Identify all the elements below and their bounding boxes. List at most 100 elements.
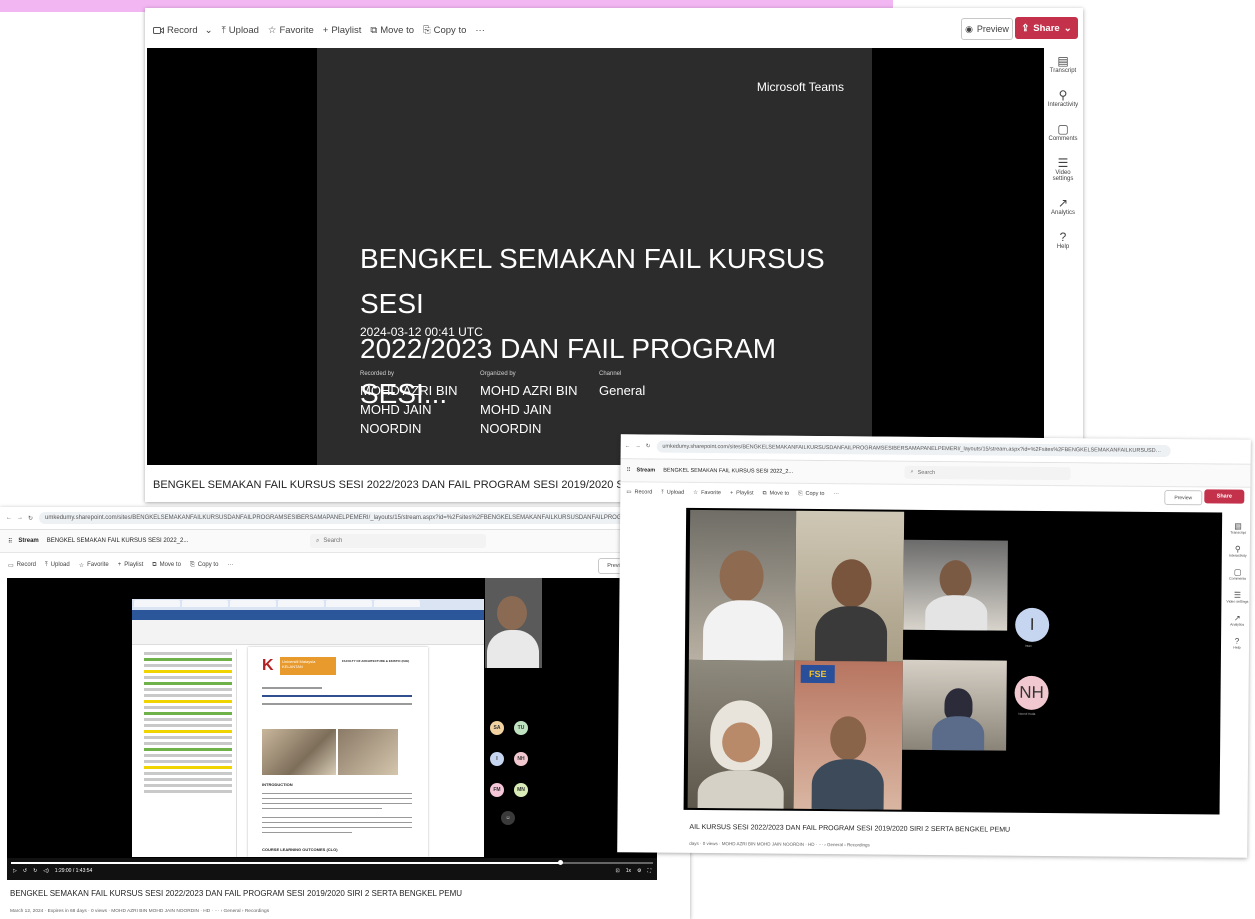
upload-button[interactable]: ⤒ Upload <box>222 25 259 36</box>
move-to-button[interactable]: ⧉ Move to <box>763 490 790 497</box>
breadcrumb: BENGKEL SEMAKAN FAIL KURSUS SESI 2022_2.… <box>46 538 189 544</box>
preview-button[interactable]: ◉ Preview <box>961 18 1013 40</box>
rail-analytics[interactable]: ↗Analytics <box>1230 614 1244 627</box>
doc-section: COURSE LEARNING OUTCOMES (CLO) <box>262 847 338 852</box>
participant-avatar: TU <box>514 721 528 735</box>
seek-bar-handle[interactable] <box>557 860 563 865</box>
forward-icon[interactable]: ↻ <box>33 868 37 874</box>
word-titlebar <box>132 610 484 620</box>
more-button[interactable]: ··· <box>227 562 233 568</box>
plus-icon: + <box>322 24 329 36</box>
interior-photo <box>262 729 336 775</box>
back-icon[interactable]: ← <box>6 515 12 521</box>
share-button[interactable]: ⇪ Share ⌄ <box>1015 17 1078 39</box>
fullscreen-icon[interactable]: ⛶ <box>647 868 651 874</box>
rail-interactivity[interactable]: ⚲Interactivity <box>1229 545 1247 558</box>
forward-icon[interactable]: → <box>17 515 23 521</box>
more-button[interactable]: ··· <box>475 25 485 36</box>
volume-icon[interactable]: ◁) <box>43 868 49 874</box>
word-ribbon <box>132 620 484 645</box>
video-player[interactable]: Microsoft Teams BENGKEL SEMAKAN FAIL KUR… <box>147 48 1044 465</box>
gear-icon[interactable]: ⚙ <box>637 868 641 874</box>
rail-transcript[interactable]: ▤Transcript <box>1050 54 1076 74</box>
rail-video-settings[interactable]: ☰Video settings <box>1048 156 1078 182</box>
refresh-icon[interactable]: ↻ <box>646 443 651 449</box>
back-icon[interactable]: ← <box>625 443 631 449</box>
recorded-by: Recorded by MOHD AZRI BIN MOHD JAIN NOOR… <box>360 371 458 436</box>
browser-tabs <box>132 599 484 610</box>
favorite-button[interactable]: ☆ Favorite <box>693 490 721 496</box>
video-player[interactable]: I Intan NH Noorul Huda FSE <box>683 507 1223 815</box>
search-input[interactable]: ⌕ Search <box>310 534 486 548</box>
more-button[interactable]: ··· <box>833 491 839 497</box>
doc-heading: INTRODUCTION <box>262 782 293 787</box>
comment-icon: ▢ <box>1057 122 1069 136</box>
record-button[interactable]: ▭ Record <box>626 489 652 495</box>
rail-analytics[interactable]: ↗Analytics <box>1051 196 1075 216</box>
forward-icon[interactable]: → <box>635 443 641 449</box>
participant-tile <box>688 509 797 661</box>
app-name[interactable]: Stream <box>18 538 38 544</box>
side-rail: ▤Transcript ⚲Interactivity ▢Comments ☰Vi… <box>1224 522 1251 660</box>
transcript-icon: ▤ <box>1234 521 1242 531</box>
participant-tile <box>687 659 795 809</box>
participant-tile <box>794 510 905 662</box>
video-player[interactable]: K Universiti Malaysia KELANTAN FACULTY O… <box>7 578 657 880</box>
rail-comments[interactable]: ▢Comments <box>1229 568 1246 581</box>
app-launcher-icon[interactable]: ⠿ <box>626 467 630 473</box>
breadcrumb: BENGKEL SEMAKAN FAIL KURSUS SESI 2022_2.… <box>663 467 794 475</box>
participant-avatar: FM <box>490 783 504 797</box>
participant-name: Intan <box>1024 643 1032 648</box>
video-title: AIL KURSUS SESI 2022/2023 DAN FAIL PROGR… <box>689 823 1011 834</box>
copy-to-button[interactable]: ⎘ Copy to <box>423 25 466 36</box>
app-name[interactable]: Stream <box>637 467 656 473</box>
rail-help[interactable]: ?Help <box>1233 637 1240 650</box>
rail-interactivity[interactable]: ⚲Interactivity <box>1048 88 1078 108</box>
upload-icon: ⤒ <box>45 561 48 568</box>
rail-comments[interactable]: ▢Comments <box>1048 122 1077 142</box>
record-button[interactable]: ▭ Record <box>8 562 36 569</box>
search-input[interactable]: ⌕ Search <box>904 465 1071 481</box>
participant-tile <box>903 539 1008 631</box>
speed-icon[interactable]: 1x <box>626 868 631 874</box>
playlist-button[interactable]: + Playlist <box>118 562 144 568</box>
address-bar[interactable]: umkedumy.sharepoint.com/sites/BENGKELSEM… <box>656 440 1171 458</box>
command-bar: ▭ Record ⤒ Upload ☆ Favorite + Playlist ⧉ Mov… <box>0 556 690 574</box>
refresh-icon[interactable]: ↻ <box>28 515 33 522</box>
eye-icon: ◉ <box>965 23 973 34</box>
play-icon[interactable]: ▷ <box>13 868 17 874</box>
copy-to-button[interactable]: ⎘ Copy to <box>190 562 219 569</box>
seek-bar[interactable] <box>11 860 653 865</box>
record-icon: ▭ <box>626 489 632 496</box>
record-button[interactable]: Record ⌄ <box>153 25 213 36</box>
rewind-icon[interactable]: ↺ <box>23 868 27 874</box>
side-rail: ▤Transcript ⚲Interactivity ▢Comments ☰Vi… <box>1044 54 1082 264</box>
rail-video-settings[interactable]: ☰Video settings <box>1226 591 1248 604</box>
participant-avatar: SA <box>490 721 504 735</box>
time-display: 1:29:00 / 1:43:54 <box>54 868 93 874</box>
move-to-button[interactable]: ⧉ Move to <box>370 25 414 36</box>
preview-button[interactable]: Preview <box>1164 490 1203 506</box>
interactivity-icon: ⚲ <box>1234 544 1241 554</box>
playlist-button[interactable]: + Playlist <box>730 490 754 496</box>
app-launcher-icon[interactable]: ⠿ <box>8 538 12 545</box>
captions-icon[interactable]: ⊡ <box>616 868 620 874</box>
move-to-button[interactable]: ⧉ Move to <box>152 562 181 569</box>
rail-help[interactable]: ?Help <box>1057 230 1069 250</box>
favorite-button[interactable]: ☆ Favorite <box>268 25 314 36</box>
participant-name: Noorul Huda <box>1018 711 1036 716</box>
seek-bar-fill <box>11 862 560 864</box>
participant-avatar-photo: ☺ <box>501 811 515 825</box>
participant-tile: FSE <box>793 660 903 810</box>
favorite-button[interactable]: ☆ Favorite <box>79 562 109 569</box>
upload-button[interactable]: ⤒ Upload <box>45 562 70 569</box>
copy-to-button[interactable]: ⎘ Copy to <box>798 490 824 497</box>
playlist-button[interactable]: + Playlist <box>323 25 362 36</box>
rail-transcript[interactable]: ▤Transcript <box>1230 522 1246 535</box>
share-button[interactable]: Share <box>1204 489 1245 504</box>
address-bar[interactable]: umkedumy.sharepoint.com/sites/BENGKELSEM… <box>39 512 650 524</box>
upload-button[interactable]: ⤒ Upload <box>661 489 684 496</box>
participant-shirt <box>487 630 539 668</box>
upload-icon: ⤒ <box>221 24 226 36</box>
faculty-name: FACULTY OF ARCHITECTURE & EKISTIC (FAE) <box>342 659 410 663</box>
